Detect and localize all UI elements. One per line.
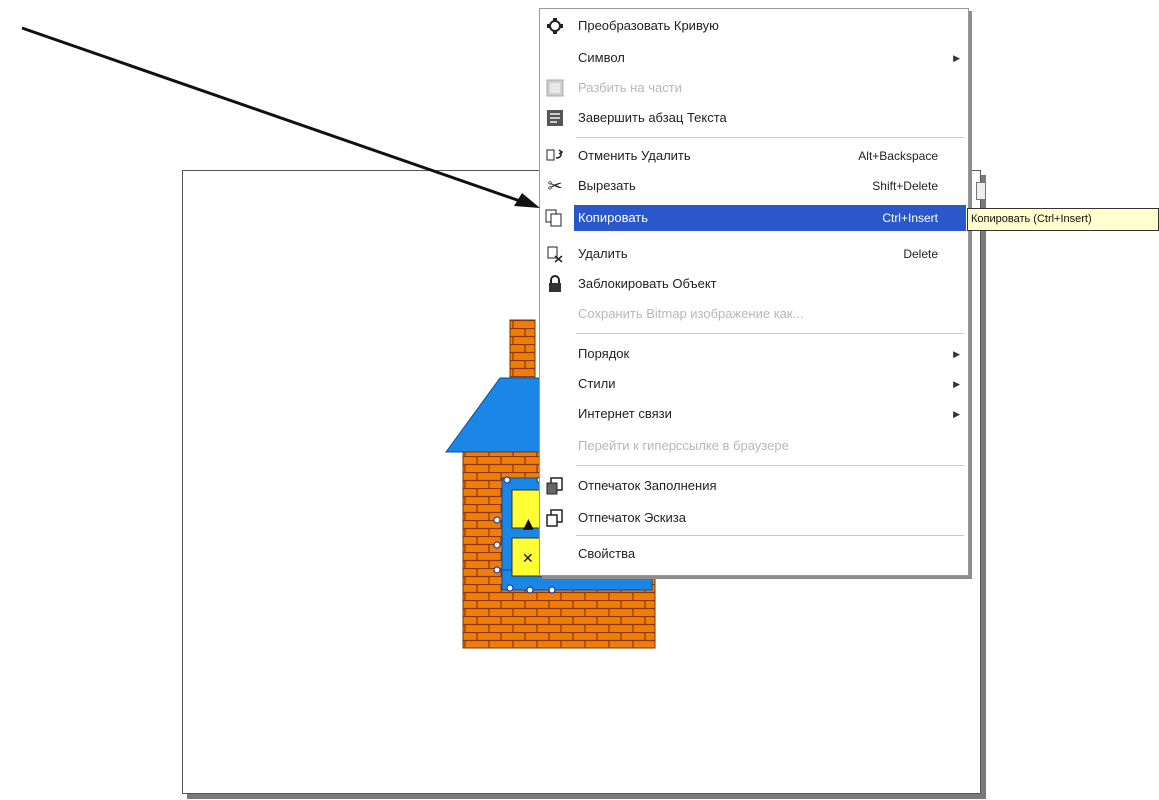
menu-item-internet-links[interactable]: Интернет связи ▶	[542, 401, 966, 427]
menu-separator	[576, 137, 964, 138]
menu-item-label: Отпечаток Эскиза	[578, 510, 686, 525]
text-paragraph-icon	[545, 109, 565, 127]
menu-item-label: Преобразовать Кривую	[578, 18, 719, 33]
menu-item-label: Символ	[578, 50, 625, 65]
tooltip: Копировать (Ctrl+Insert)	[967, 208, 1159, 231]
menu-item-properties[interactable]: Свойства	[542, 541, 966, 567]
lock-icon	[545, 275, 565, 293]
menu-item-lock-object[interactable]: Заблокировать Объект	[542, 271, 966, 297]
menu-item-fill-print[interactable]: Отпечаток Заполнения	[542, 473, 966, 499]
menu-item-label: Завершить абзац Текста	[578, 110, 727, 125]
menu-item-label: Интернет связи	[578, 406, 672, 421]
menu-item-finish-paragraph[interactable]: Завершить абзац Текста	[542, 105, 966, 131]
menu-item-label: Стили	[578, 376, 616, 391]
menu-item-shortcut: Alt+Backspace	[858, 149, 938, 163]
menu-item-delete[interactable]: Удалить Delete	[542, 241, 966, 267]
menu-item-label: Удалить	[578, 246, 628, 261]
menu-item-shortcut: Delete	[903, 247, 938, 261]
fill-print-icon	[545, 477, 565, 495]
menu-item-copy[interactable]: Копировать Ctrl+Insert	[574, 205, 966, 231]
menu-item-label: Копировать	[578, 210, 648, 225]
break-apart-icon	[545, 79, 565, 97]
chimney	[509, 319, 536, 383]
menu-item-break-apart: Разбить на части	[542, 75, 966, 101]
menu-item-symbol[interactable]: Символ ▶	[542, 45, 966, 71]
menu-item-convert-to-curves[interactable]: Преобразовать Кривую	[542, 13, 966, 39]
menu-item-save-bitmap: Сохранить Bitmap изображение как...	[542, 301, 966, 327]
menu-item-shortcut: Ctrl+Insert	[882, 211, 938, 225]
menu-separator	[576, 465, 964, 466]
menu-item-undo-delete[interactable]: Отменить Удалить Alt+Backspace	[542, 143, 966, 169]
menu-item-label: Порядок	[578, 346, 630, 361]
outline-print-icon	[545, 509, 565, 527]
menu-item-outline-print[interactable]: Отпечаток Эскиза	[542, 505, 966, 531]
menu-item-label: Вырезать	[578, 178, 636, 193]
copy-icon	[545, 209, 565, 227]
menu-item-label: Разбить на части	[578, 80, 682, 95]
menu-item-styles[interactable]: Стили ▶	[542, 371, 966, 397]
submenu-arrow-icon: ▶	[953, 409, 960, 419]
rotation-marker-icon: ▲	[523, 516, 534, 532]
menu-item-label: Перейти к гиперссылке в браузере	[578, 438, 789, 453]
submenu-arrow-icon: ▶	[953, 379, 960, 389]
menu-item-label: Свойства	[578, 546, 636, 561]
tooltip-text: Копировать (Ctrl+Insert)	[971, 213, 1092, 225]
menu-item-label: Сохранить Bitmap изображение как...	[578, 306, 804, 321]
roof	[445, 377, 546, 453]
convert-curve-icon	[545, 17, 565, 35]
menu-item-label: Отменить Удалить	[578, 148, 691, 163]
scissors-icon: ✂	[547, 176, 563, 196]
menu-item-label: Отпечаток Заполнения	[578, 478, 717, 493]
submenu-arrow-icon: ▶	[953, 53, 960, 63]
center-marker-icon: ✕	[522, 551, 534, 567]
menu-item-cut[interactable]: ✂ Вырезать Shift+Delete	[542, 173, 966, 199]
menu-item-order[interactable]: Порядок ▶	[542, 341, 966, 367]
undo-icon	[545, 147, 565, 165]
context-menu: Преобразовать Кривую Символ ▶ Разбить на…	[539, 8, 969, 576]
menu-item-label: Заблокировать Объект	[578, 276, 717, 291]
delete-icon	[545, 245, 565, 263]
menu-item-shortcut: Shift+Delete	[872, 179, 938, 193]
menu-separator	[576, 535, 964, 536]
menu-separator	[576, 333, 964, 334]
submenu-arrow-icon: ▶	[953, 349, 960, 359]
menu-item-open-hyperlink: Перейти к гиперссылке в браузере	[542, 433, 966, 459]
